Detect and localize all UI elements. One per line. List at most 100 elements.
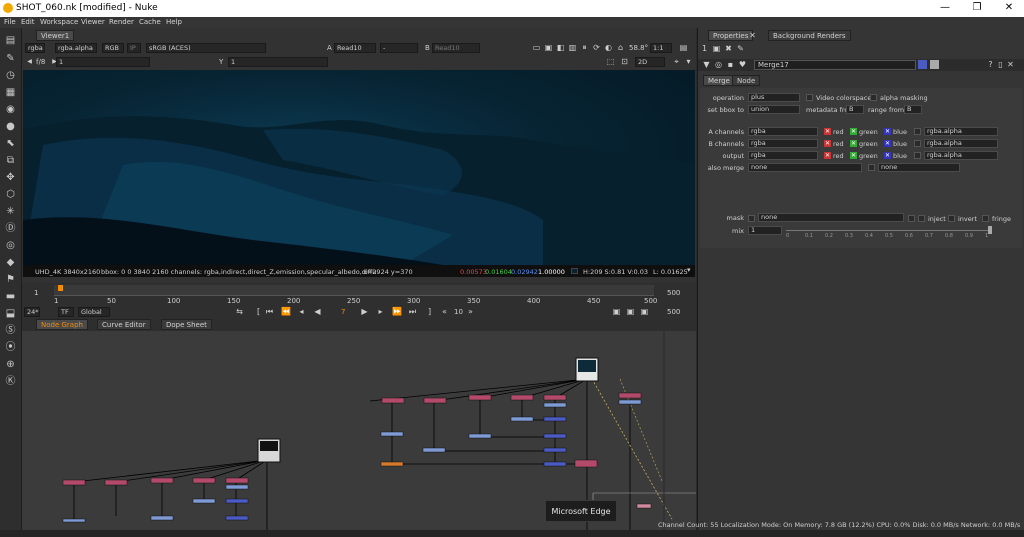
compare-mode-select[interactable]: - bbox=[380, 43, 418, 53]
info-dropdown-icon[interactable]: ▾ bbox=[687, 266, 691, 274]
frame-step[interactable]: 10 bbox=[454, 308, 463, 316]
invert-checkbox[interactable] bbox=[948, 215, 955, 222]
lock-panel-icon[interactable]: ▣ bbox=[712, 44, 721, 53]
channels-select[interactable]: rgba bbox=[25, 43, 45, 53]
tab-node-graph[interactable]: Node Graph bbox=[36, 319, 88, 330]
metadata-select[interactable]: B bbox=[846, 105, 864, 114]
playback-mode-icon[interactable]: ▣ bbox=[612, 307, 621, 316]
pause-icon[interactable]: ⏸ bbox=[580, 43, 589, 52]
play-forward-icon[interactable]: ▶ bbox=[360, 307, 369, 316]
image-nodes-icon[interactable]: ▤ bbox=[4, 34, 17, 47]
menu-file[interactable]: File bbox=[4, 18, 16, 26]
camera-icon[interactable]: ⌖ bbox=[672, 57, 681, 66]
last-frame-icon[interactable]: ⏭ bbox=[408, 307, 417, 316]
proxy-icon[interactable]: ▣ bbox=[640, 307, 649, 316]
fringe-checkbox[interactable] bbox=[982, 215, 989, 222]
play-backward-icon[interactable]: ◀ bbox=[313, 307, 322, 316]
out-green-checkbox[interactable]: ✕ bbox=[850, 152, 857, 159]
3d-nodes-icon[interactable]: ⬡ bbox=[4, 188, 17, 201]
out-red-checkbox[interactable]: ✕ bbox=[824, 152, 831, 159]
menu-render[interactable]: Render bbox=[109, 18, 134, 26]
a-input-select[interactable]: Read10 bbox=[334, 43, 376, 53]
out-alpha-select[interactable]: rgba.alpha bbox=[924, 151, 998, 160]
inject-checkbox[interactable] bbox=[918, 215, 925, 222]
node-name-field[interactable]: Merge17 bbox=[754, 60, 916, 70]
view-mode-select[interactable]: 2D bbox=[635, 57, 665, 67]
current-frame[interactable]: 7 bbox=[341, 308, 345, 316]
region-icon[interactable]: ⬚ bbox=[606, 57, 615, 66]
mask-enable-checkbox[interactable] bbox=[748, 215, 755, 222]
playhead-marker[interactable] bbox=[58, 285, 63, 291]
close-tab-icon[interactable]: ✕ bbox=[748, 31, 757, 40]
fps-select[interactable]: 24* bbox=[24, 307, 40, 317]
also-merge-checkbox[interactable] bbox=[868, 164, 875, 171]
out-blue-checkbox[interactable]: ✕ bbox=[884, 152, 891, 159]
also-merge-select-2[interactable]: none bbox=[878, 163, 960, 172]
a-alpha-select[interactable]: rgba.alpha bbox=[924, 127, 998, 136]
camera-node-icon[interactable]: ▪ bbox=[726, 60, 735, 69]
time-nodes-icon[interactable]: ◷ bbox=[4, 69, 17, 82]
a-blue-checkbox[interactable]: ✕ bbox=[884, 128, 891, 135]
display-lut-icon[interactable]: ◧ bbox=[556, 43, 565, 52]
menu-cache[interactable]: Cache bbox=[139, 18, 161, 26]
gizmo-nodes-icon[interactable]: ⊕ bbox=[4, 358, 17, 371]
gamma-icon[interactable]: ◐ bbox=[604, 43, 613, 52]
ocula-nodes-icon[interactable]: Ⓢ bbox=[4, 324, 17, 337]
close-button[interactable]: ✕ bbox=[994, 2, 1024, 13]
prev-icon[interactable]: ◀ bbox=[25, 57, 34, 66]
views-nodes-icon[interactable]: ◎ bbox=[4, 239, 17, 252]
menu-viewer[interactable]: Viewer bbox=[81, 18, 105, 26]
operation-select[interactable]: plus bbox=[748, 93, 800, 102]
viewer-menu-icon[interactable]: ▾ bbox=[684, 57, 693, 66]
tab-curve-editor[interactable]: Curve Editor bbox=[97, 319, 151, 330]
menu-edit[interactable]: Edit bbox=[21, 18, 35, 26]
b-alpha-checkbox[interactable] bbox=[914, 140, 921, 147]
mix-field[interactable]: 1 bbox=[748, 226, 782, 235]
display-channel-select[interactable]: RGB bbox=[102, 43, 124, 53]
metadata-nodes-icon[interactable]: ◆ bbox=[4, 256, 17, 269]
in-point-icon[interactable]: [ bbox=[254, 307, 263, 316]
refresh-icon[interactable]: ⟳ bbox=[592, 43, 601, 52]
timeline-ruler[interactable] bbox=[54, 285, 654, 296]
viewer-settings-icon[interactable]: ▤ bbox=[679, 43, 688, 52]
channel-nodes-icon[interactable]: ▦ bbox=[4, 86, 17, 99]
color-nodes-icon[interactable]: ◉ bbox=[4, 103, 17, 116]
a-red-checkbox[interactable]: ✕ bbox=[824, 128, 831, 135]
tab-properties[interactable]: Properties bbox=[708, 30, 754, 41]
next-increment-icon[interactable]: ▸ bbox=[376, 307, 385, 316]
first-frame-icon[interactable]: ⏮ bbox=[265, 307, 274, 316]
a-channels-select[interactable]: rgba bbox=[748, 127, 818, 136]
lock-icon[interactable]: ⌂ bbox=[616, 43, 625, 52]
zoom-select[interactable]: 1:1 bbox=[650, 43, 672, 53]
roi-icon[interactable]: ▭ bbox=[532, 43, 541, 52]
center-node-icon[interactable]: ◎ bbox=[714, 60, 723, 69]
frame-lock-field[interactable]: 1 bbox=[56, 57, 150, 67]
tab-dope-sheet[interactable]: Dope Sheet bbox=[161, 319, 212, 330]
b-input-select[interactable]: Read10 bbox=[432, 43, 480, 53]
clip-warning-icon[interactable]: ▣ bbox=[544, 43, 553, 52]
keyer-nodes-icon[interactable]: ⬉ bbox=[4, 137, 17, 150]
tab-node[interactable]: Node bbox=[732, 75, 761, 86]
other-nodes-icon[interactable]: ▬ bbox=[4, 290, 17, 303]
ip-toggle[interactable]: IP bbox=[127, 43, 141, 53]
transform-nodes-icon[interactable]: ✥ bbox=[4, 171, 17, 184]
b-alpha-select[interactable]: rgba.alpha bbox=[924, 139, 998, 148]
toolsets-icon[interactable]: ⚑ bbox=[4, 273, 17, 286]
minimize-button[interactable]: — bbox=[930, 2, 960, 13]
alpha-channel-select[interactable]: rgba.alpha bbox=[55, 43, 97, 53]
draw-nodes-icon[interactable]: ✎ bbox=[4, 52, 17, 65]
menu-workspace[interactable]: Workspace bbox=[40, 18, 78, 26]
mask-overlay-icon[interactable]: ⊡ bbox=[620, 57, 629, 66]
set-bbox-select[interactable]: union bbox=[748, 105, 800, 114]
particles-nodes-icon[interactable]: ✳ bbox=[4, 205, 17, 218]
mask-viewer-checkbox[interactable] bbox=[908, 215, 915, 222]
tab-viewer1[interactable]: Viewer1 bbox=[36, 30, 75, 41]
out-alpha-checkbox[interactable] bbox=[914, 152, 921, 159]
video-colorspace-checkbox[interactable] bbox=[806, 94, 813, 101]
b-blue-checkbox[interactable]: ✕ bbox=[884, 140, 891, 147]
node-gl-color[interactable] bbox=[930, 60, 939, 69]
colorspace-select[interactable]: sRGB (ACES) bbox=[146, 43, 266, 53]
viewer-image[interactable] bbox=[23, 70, 695, 265]
tf-select[interactable]: TF bbox=[58, 307, 74, 317]
furnace-nodes-icon[interactable]: ⬓ bbox=[4, 307, 17, 320]
